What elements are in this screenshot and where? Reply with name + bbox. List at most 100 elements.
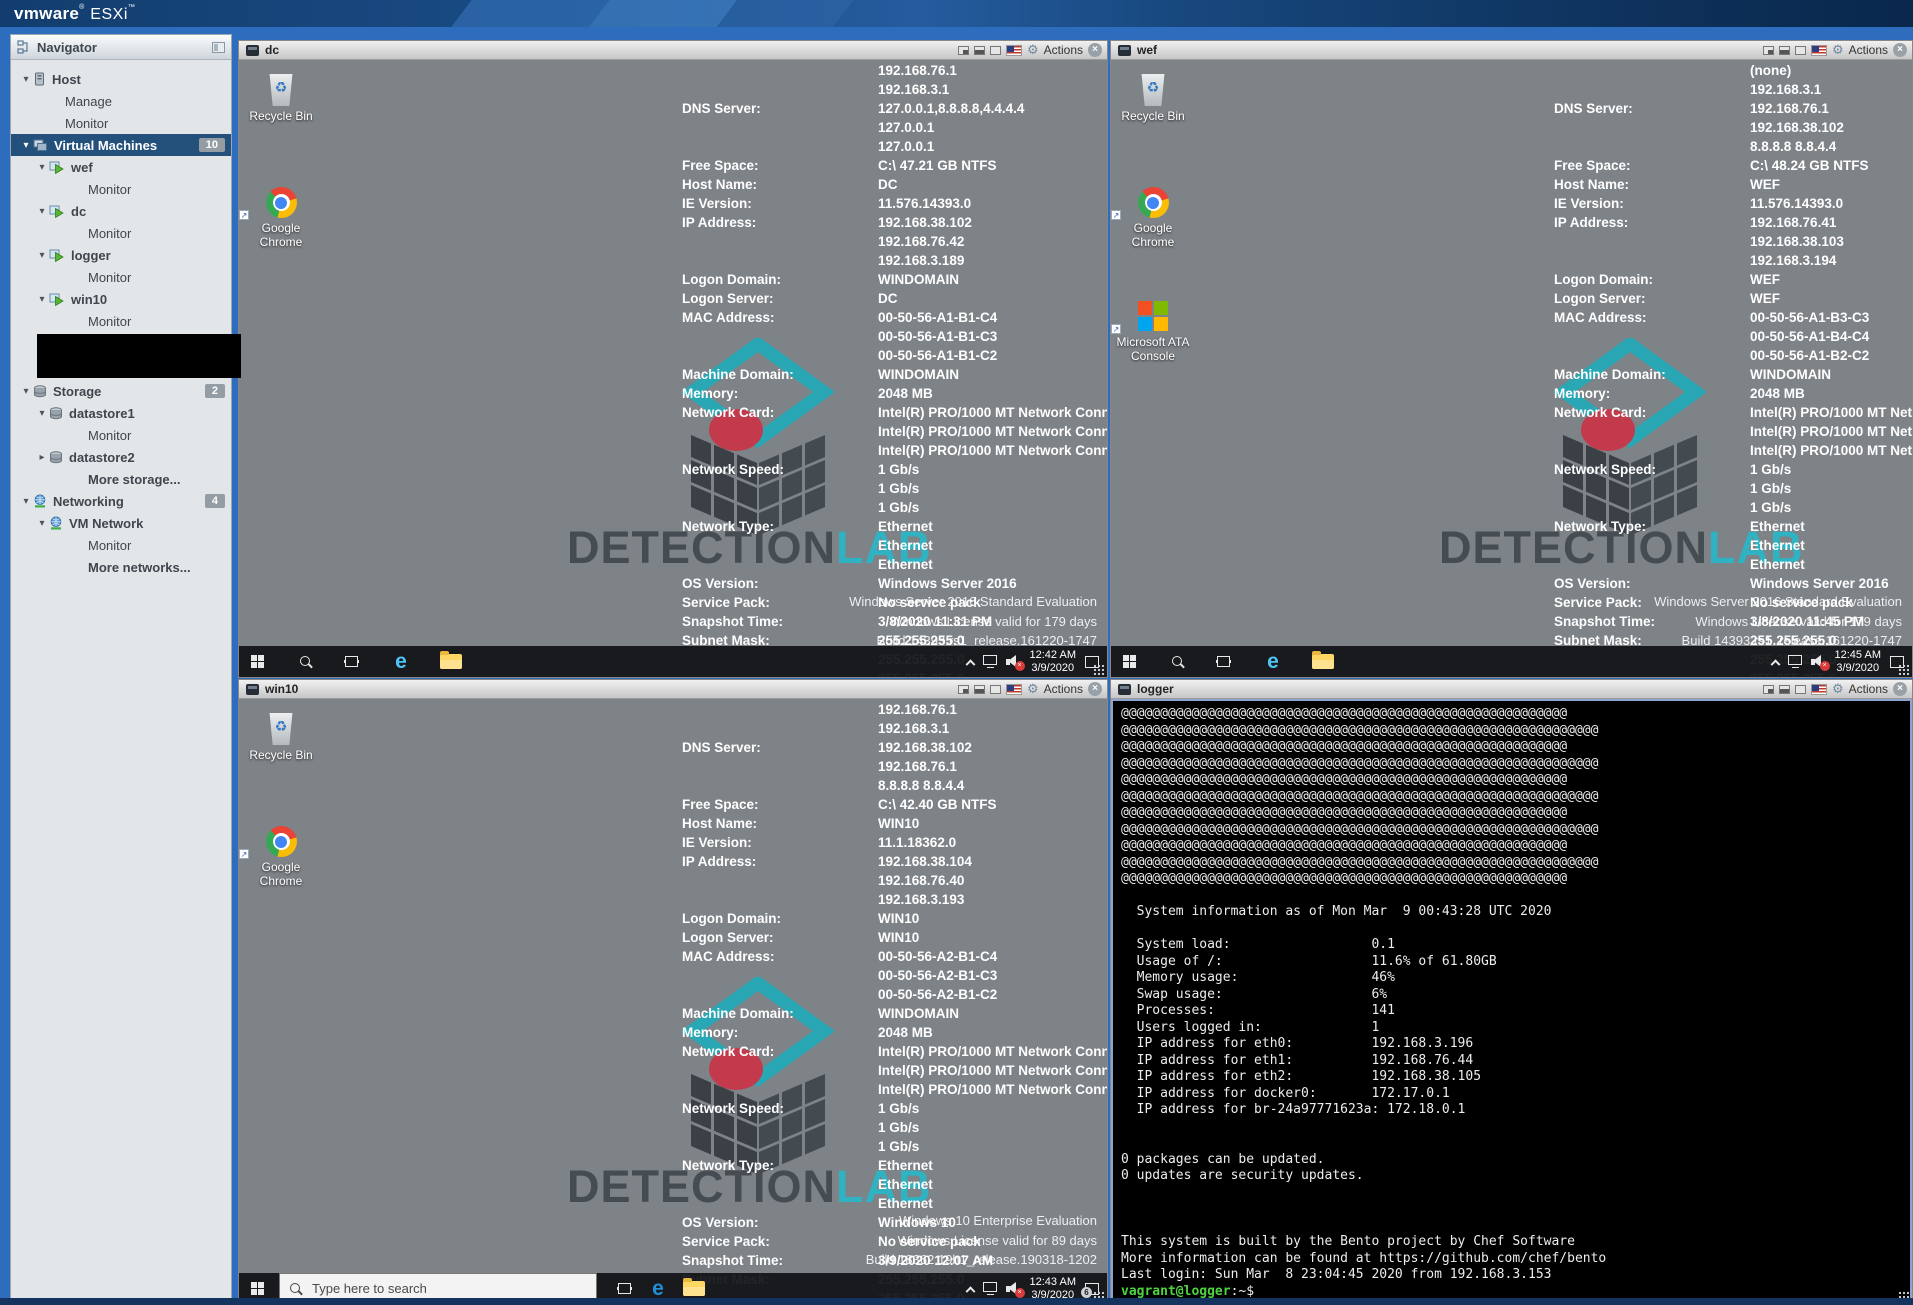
expander-icon[interactable]: ▾ — [19, 140, 33, 151]
dock-corner-icon[interactable] — [958, 685, 969, 694]
desktop-icon-google-chrome[interactable]: ↗ Google Chrome — [1113, 182, 1193, 249]
window-titlebar-win10[interactable]: win10 ⚙ Actions × — [239, 680, 1107, 699]
nav-item-vm-network[interactable]: ▾VM Network — [11, 512, 231, 534]
nav-item-win10[interactable]: ▾win10 — [11, 288, 231, 310]
system-tray[interactable]: × 12:42 AM 3/9/2020 — [967, 646, 1099, 677]
start-button[interactable] — [244, 646, 270, 677]
taskbar-clock[interactable]: 12:42 AM 3/9/2020 — [1030, 649, 1076, 675]
desktop-icon-recycle-bin[interactable]: ♻ Recycle Bin — [1113, 70, 1193, 123]
nav-item-host[interactable]: ▾Host — [11, 68, 231, 90]
nav-item-monitor[interactable]: Monitor — [11, 266, 231, 288]
expander-icon[interactable]: ▾ — [35, 206, 49, 217]
nav-item-networking[interactable]: ▾Networking4 — [11, 490, 231, 512]
terminal[interactable]: @@@@@@@@@@@@@@@@@@@@@@@@@@@@@@@@@@@@@@@@… — [1111, 699, 1912, 1304]
gear-icon[interactable]: ⚙ — [1027, 44, 1039, 57]
keyboard-layout-flag-icon[interactable] — [1811, 45, 1827, 56]
task-view-icon[interactable] — [1210, 646, 1236, 677]
dock-corner-icon[interactable] — [1763, 46, 1774, 55]
gear-icon[interactable]: ⚙ — [1832, 683, 1844, 696]
close-icon[interactable]: × — [1893, 682, 1907, 696]
expander-icon[interactable]: ▾ — [19, 74, 33, 85]
nav-item-monitor[interactable]: Monitor — [11, 310, 231, 332]
console-window-logger[interactable]: logger ⚙ Actions × @@@@@@@@@@@@@@@@@@@@@… — [1110, 679, 1913, 1305]
dock-bottom-icon[interactable] — [1779, 46, 1790, 55]
file-explorer-icon[interactable] — [438, 646, 464, 677]
nav-item-logger[interactable]: ▾logger — [11, 244, 231, 266]
close-icon[interactable]: × — [1893, 43, 1907, 57]
taskbar-dc[interactable]: e × 12:42 AM 3/9/2020 — [239, 646, 1107, 677]
expander-icon[interactable]: ▾ — [35, 518, 49, 529]
internet-explorer-icon[interactable]: e — [1260, 646, 1286, 677]
gear-icon[interactable]: ⚙ — [1832, 44, 1844, 57]
network-icon[interactable] — [983, 1282, 997, 1292]
close-icon[interactable]: × — [1088, 43, 1102, 57]
resize-grip[interactable] — [1093, 664, 1104, 675]
expander-icon[interactable]: ▾ — [35, 250, 49, 261]
actions-button[interactable]: Actions — [1849, 682, 1888, 696]
system-tray[interactable]: × 12:45 AM 3/9/2020 — [1772, 646, 1904, 677]
taskbar-clock[interactable]: 12:45 AM 3/9/2020 — [1835, 649, 1881, 675]
expander-icon[interactable]: ▸ — [35, 452, 49, 463]
actions-button[interactable]: Actions — [1044, 43, 1083, 57]
maximize-icon[interactable] — [990, 46, 1001, 55]
maximize-icon[interactable] — [1795, 46, 1806, 55]
file-explorer-icon[interactable] — [1310, 646, 1336, 677]
expander-icon[interactable]: ▾ — [35, 162, 49, 173]
expander-icon[interactable]: ▾ — [19, 386, 33, 397]
dock-corner-icon[interactable] — [1763, 685, 1774, 694]
gear-icon[interactable]: ⚙ — [1027, 683, 1039, 696]
network-icon[interactable] — [1788, 655, 1802, 665]
keyboard-layout-flag-icon[interactable] — [1006, 684, 1022, 695]
start-button[interactable] — [1116, 646, 1142, 677]
dock-corner-icon[interactable] — [958, 46, 969, 55]
window-titlebar-logger[interactable]: logger ⚙ Actions × — [1111, 680, 1912, 699]
desktop-icon-recycle-bin[interactable]: ♻ Recycle Bin — [241, 70, 321, 123]
expander-icon[interactable]: ▾ — [35, 294, 49, 305]
keyboard-layout-flag-icon[interactable] — [1006, 45, 1022, 56]
nav-item-storage[interactable]: ▾Storage2 — [11, 380, 231, 402]
dock-bottom-icon[interactable] — [974, 46, 985, 55]
dock-bottom-icon[interactable] — [1779, 685, 1790, 694]
window-titlebar-dc[interactable]: dc ⚙ Actions × — [239, 41, 1107, 60]
maximize-icon[interactable] — [1795, 685, 1806, 694]
nav-item-virtual-machines[interactable]: ▾Virtual Machines10 — [11, 134, 231, 156]
tray-expand-icon[interactable] — [965, 1286, 975, 1296]
vm-console-logger[interactable]: @@@@@@@@@@@@@@@@@@@@@@@@@@@@@@@@@@@@@@@@… — [1111, 699, 1912, 1304]
actions-button[interactable]: Actions — [1044, 682, 1083, 696]
network-icon[interactable] — [983, 655, 997, 665]
keyboard-layout-flag-icon[interactable] — [1811, 684, 1827, 695]
collapse-panel-icon[interactable] — [212, 42, 225, 53]
nav-item-manage[interactable]: Manage — [11, 90, 231, 112]
resize-grip[interactable] — [1898, 664, 1909, 675]
desktop-icon-google-chrome[interactable]: ↗ Google Chrome — [241, 182, 321, 249]
vm-desktop-win10[interactable]: ♻ Recycle Bin ↗ Google Chrome DETECTIONL… — [239, 699, 1107, 1304]
expander-icon[interactable]: ▾ — [19, 496, 33, 507]
expander-icon[interactable]: ▾ — [35, 408, 49, 419]
speaker-muted-icon[interactable]: × — [1006, 655, 1021, 668]
speaker-muted-icon[interactable]: × — [1006, 1282, 1021, 1295]
window-titlebar-wef[interactable]: wef ⚙ Actions × — [1111, 41, 1912, 60]
vm-desktop-wef[interactable]: ♻ Recycle Bin ↗ Google Chrome ↗ Microsof… — [1111, 60, 1912, 677]
nav-item-monitor[interactable]: Monitor — [11, 178, 231, 200]
speaker-muted-icon[interactable]: × — [1811, 655, 1826, 668]
taskbar-wef[interactable]: e × 12:45 AM 3/9/2020 — [1111, 646, 1912, 677]
nav-item-more-networks[interactable]: More networks... — [11, 556, 231, 578]
nav-item-monitor[interactable]: Monitor — [11, 222, 231, 244]
nav-item-wef[interactable]: ▾wef — [11, 156, 231, 178]
nav-item-monitor[interactable]: Monitor — [11, 534, 231, 556]
nav-item-monitor[interactable]: Monitor — [11, 424, 231, 446]
search-icon[interactable] — [1165, 646, 1191, 677]
console-window-wef[interactable]: wef ⚙ Actions × ♻ Recycle Bin ↗ Google C… — [1110, 40, 1913, 678]
nav-item-monitor[interactable]: Monitor — [11, 112, 231, 134]
console-window-win10[interactable]: win10 ⚙ Actions × ♻ Recycle Bin ↗ Google… — [238, 679, 1108, 1305]
tray-expand-icon[interactable] — [965, 659, 975, 669]
nav-item-datastore1[interactable]: ▾datastore1 — [11, 402, 231, 424]
tray-expand-icon[interactable] — [1770, 659, 1780, 669]
dock-bottom-icon[interactable] — [974, 685, 985, 694]
actions-button[interactable]: Actions — [1849, 43, 1888, 57]
maximize-icon[interactable] — [990, 685, 1001, 694]
task-view-icon[interactable] — [338, 646, 364, 677]
internet-explorer-icon[interactable]: e — [388, 646, 414, 677]
nav-item-datastore2[interactable]: ▸datastore2 — [11, 446, 231, 468]
desktop-icon-google-chrome[interactable]: ↗ Google Chrome — [241, 821, 321, 888]
